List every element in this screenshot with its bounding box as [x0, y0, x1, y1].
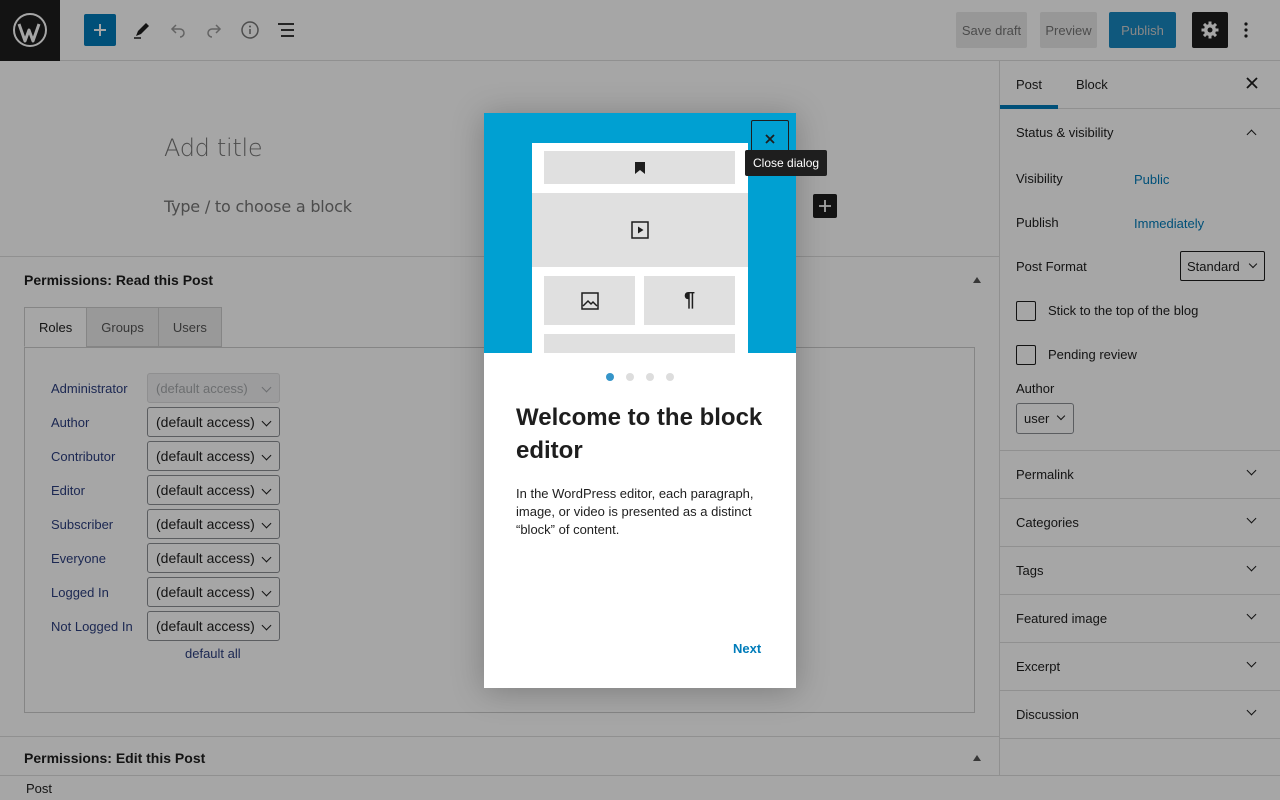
- guide-body-text: In the WordPress editor, each paragraph,…: [516, 486, 754, 537]
- next-button[interactable]: Next: [733, 641, 761, 656]
- block-illustration-card: ¶: [532, 143, 748, 353]
- page-indicator: [484, 373, 796, 381]
- paragraph-icon: ¶: [644, 276, 735, 325]
- illustration-block: [544, 151, 735, 184]
- bookmark-icon: [634, 161, 645, 174]
- illustration-block: [544, 276, 635, 325]
- video-icon: [631, 221, 649, 239]
- welcome-guide-modal: ¶ Welcome to the block editor In the Wor…: [484, 113, 796, 688]
- illustration-block: [544, 334, 735, 353]
- page-dot[interactable]: [646, 373, 654, 381]
- page-dot[interactable]: [626, 373, 634, 381]
- close-icon: [765, 134, 775, 144]
- image-icon: [580, 291, 599, 310]
- page-dot[interactable]: [666, 373, 674, 381]
- illustration-block: [532, 193, 748, 267]
- close-dialog-tooltip: Close dialog: [745, 150, 828, 176]
- guide-illustration: ¶: [484, 113, 796, 353]
- guide-heading: Welcome to the block editor: [516, 404, 763, 464]
- page-dot[interactable]: [606, 373, 614, 381]
